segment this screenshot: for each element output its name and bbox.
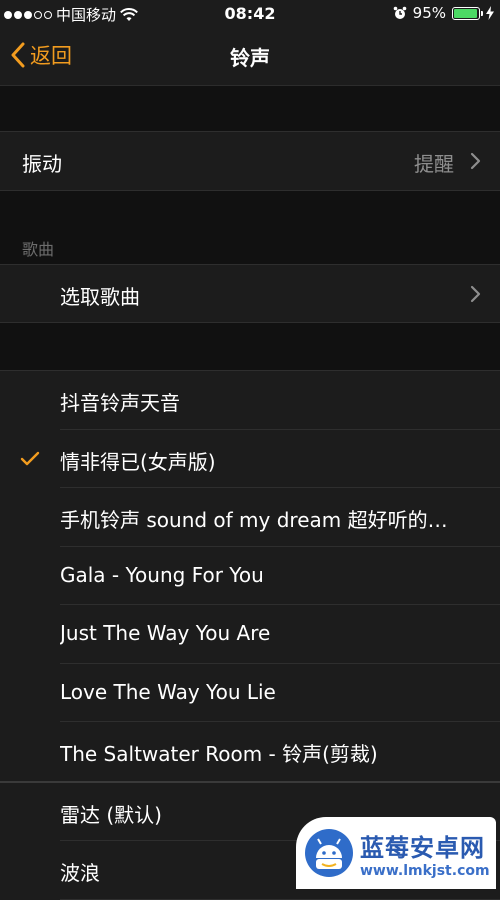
- row-divider: [60, 898, 500, 900]
- ringtone-label: Love The Way You Lie: [60, 679, 276, 704]
- vibration-label: 振动: [22, 152, 62, 176]
- page-title: 铃声: [230, 46, 270, 70]
- ringtone-label: 手机铃声 sound of my dream 超好听的…: [60, 508, 448, 532]
- chevron-right-icon: [470, 285, 481, 303]
- ringtone-label: Gala - Young For You: [60, 562, 264, 587]
- pick-song-row[interactable]: 选取歌曲: [0, 265, 500, 322]
- vibration-value: 提醒: [414, 152, 454, 176]
- charging-bolt-icon: [486, 6, 494, 20]
- ringtone-label: 抖音铃声天音: [60, 391, 180, 415]
- ringtone-label: 情非得已(女声版): [60, 449, 216, 474]
- alarm-clock-icon: [393, 6, 406, 19]
- watermark: 蓝莓安卓网 www.lmkjst.com: [296, 817, 496, 889]
- pick-song-label: 选取歌曲: [60, 285, 140, 309]
- battery-icon: [452, 6, 483, 20]
- vibration-row[interactable]: 振动 提醒: [0, 132, 500, 190]
- navigation-bar: 返回 铃声: [0, 28, 500, 86]
- ringtone-row[interactable]: Gala - Young For You: [0, 546, 500, 605]
- battery-level-fill: [454, 8, 477, 18]
- section-bottom-separator: [0, 190, 500, 191]
- battery-percent: 95%: [412, 4, 446, 22]
- ringtone-row[interactable]: The Saltwater Room - 铃声(剪裁): [0, 722, 500, 781]
- builtin-tone-label: 波浪: [60, 861, 100, 885]
- checkmark-icon: [20, 451, 40, 465]
- ringtone-label: The Saltwater Room - 铃声(剪裁): [60, 742, 378, 766]
- ringtone-row[interactable]: Just The Way You Are: [0, 605, 500, 664]
- ringtone-label: Just The Way You Are: [60, 621, 271, 645]
- songs-section-header: 歌曲: [22, 240, 55, 259]
- builtin-tone-label: 雷达 (默认): [60, 802, 162, 827]
- ringtone-row[interactable]: 抖音铃声天音: [0, 371, 500, 430]
- ringtone-row[interactable]: Love The Way You Lie: [0, 663, 500, 722]
- chevron-right-icon: [470, 152, 481, 170]
- ringtone-row[interactable]: 情非得已(女声版): [0, 429, 500, 488]
- songs-bottom-separator: [0, 322, 500, 323]
- status-right: 95%: [393, 4, 494, 22]
- watermark-title: 蓝莓安卓网: [360, 833, 485, 862]
- watermark-text: 蓝莓安卓网 www.lmkjst.com: [360, 828, 490, 879]
- ringtone-row[interactable]: 手机铃声 sound of my dream 超好听的…: [0, 488, 500, 547]
- watermark-url: www.lmkjst.com: [360, 862, 490, 879]
- status-bar: 中国移动 08:42 95%: [0, 0, 500, 28]
- android-logo-icon: [305, 829, 353, 877]
